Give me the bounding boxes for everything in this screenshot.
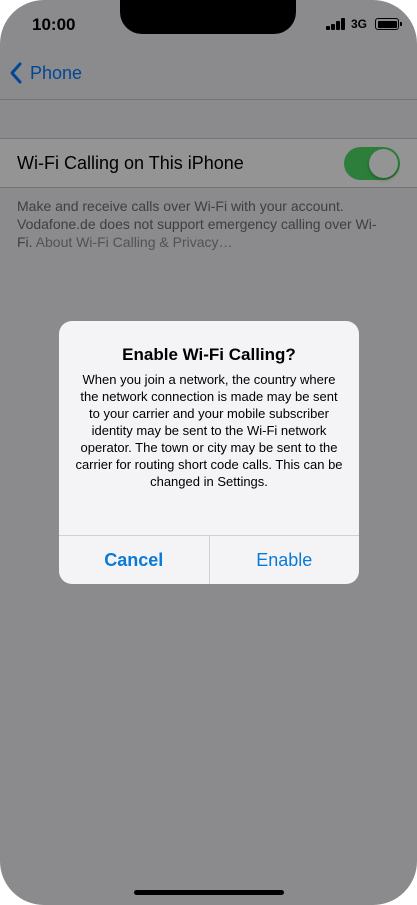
phone-screen: 10:00 3G Phone Wi-Fi Calling on This iPh… [0,0,417,905]
alert-message: When you join a network, the country whe… [75,372,343,489]
cancel-button[interactable]: Cancel [59,536,210,584]
alert-buttons: Cancel Enable [59,535,359,584]
enable-wifi-calling-alert: Enable Wi-Fi Calling? When you join a ne… [59,321,359,584]
enable-button[interactable]: Enable [210,536,360,584]
alert-title: Enable Wi-Fi Calling? [122,345,296,364]
home-indicator[interactable] [134,890,284,895]
